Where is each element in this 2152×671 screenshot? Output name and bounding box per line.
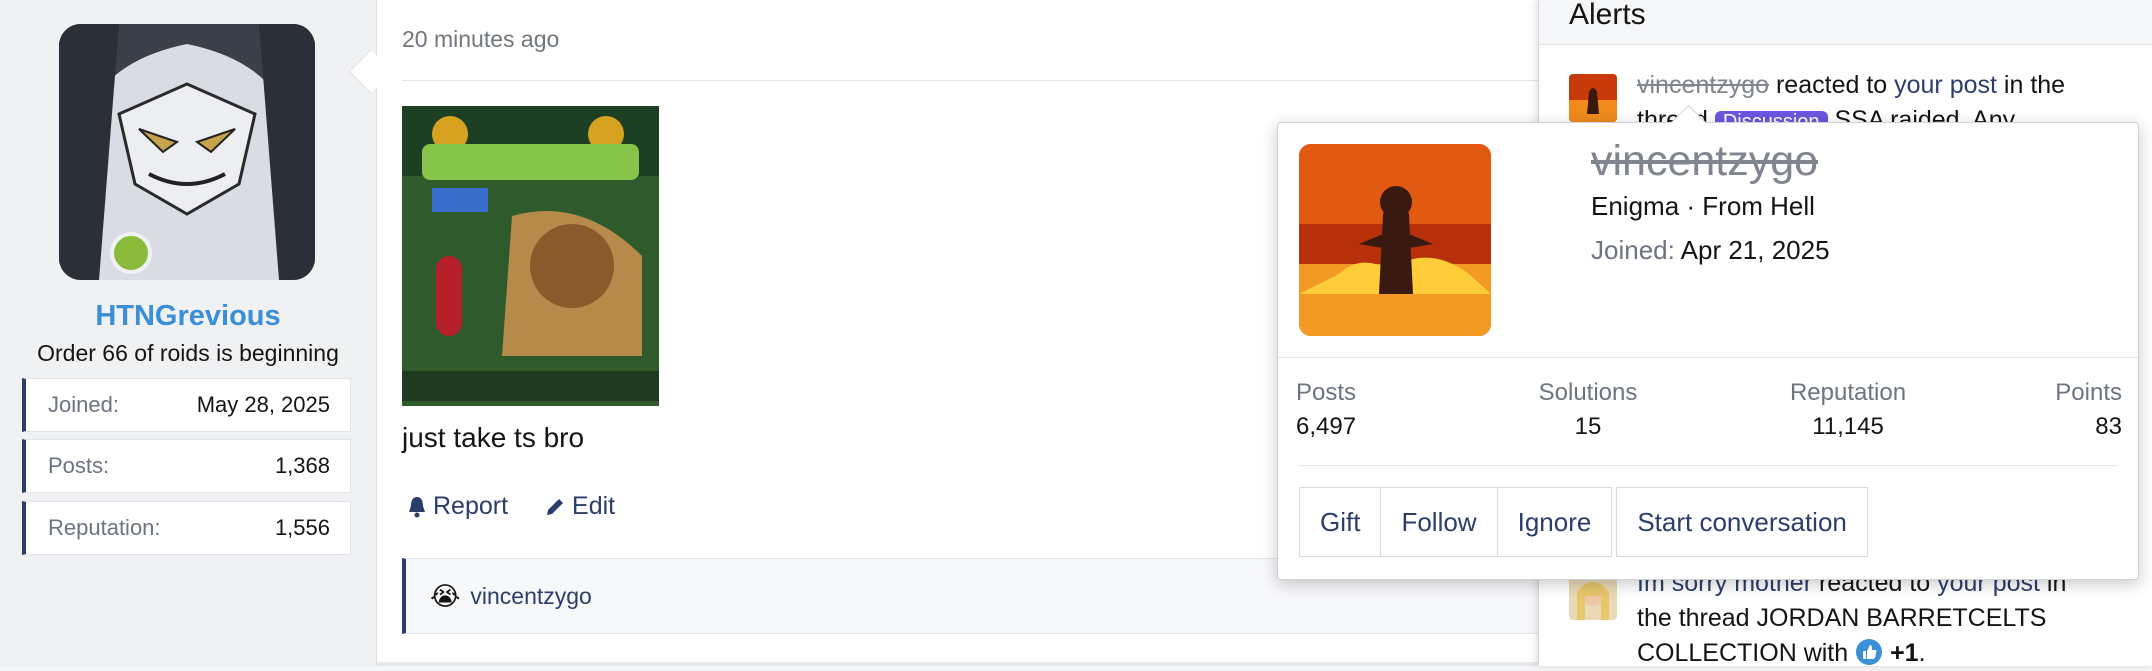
post-body-text: just take ts bro (402, 422, 585, 453)
member-location: · From Hell (1686, 191, 1815, 221)
stat-value: 83 (2095, 413, 2122, 440)
alert-line3: COLLECTION with (1637, 639, 1849, 667)
member-name-link[interactable]: vincentzygo (1591, 137, 1818, 186)
ignore-button[interactable]: Ignore (1496, 487, 1613, 557)
divider (1299, 465, 2117, 466)
edit-button[interactable]: Edit (544, 492, 615, 521)
bell-icon (409, 496, 425, 517)
stat-label: Reputation: (48, 515, 161, 540)
follow-button[interactable]: Follow (1380, 487, 1498, 557)
user-sidebar: HTNGrevious Order 66 of roids is beginni… (0, 0, 377, 666)
alert-avatar[interactable] (1569, 74, 1617, 122)
report-label: Report (433, 492, 509, 520)
member-title: Enigma (1591, 191, 1680, 221)
alert-suffix: in the (2003, 71, 2066, 99)
username-link[interactable]: HTNGrevious (0, 300, 376, 333)
stat-value: 1,556 (274, 515, 330, 540)
stat-value: May 28, 2025 (196, 392, 330, 417)
alerts-title: Alerts (1569, 0, 1646, 31)
stat-joined: Joined: May 28, 2025 (22, 378, 351, 432)
alert-target-link[interactable]: your post (1894, 71, 1997, 99)
stat-label: Posts (1296, 379, 1357, 406)
supplement-box-image (402, 106, 659, 406)
post-attachment-image[interactable] (402, 106, 659, 406)
online-status-indicator (110, 232, 152, 274)
crying-emoji-icon: 😭 (430, 580, 461, 611)
stat-value: 11,145 (1812, 413, 1884, 440)
stat-posts: Posts: 1,368 (22, 439, 351, 493)
member-tooltip-card: vincentzygo Enigma · From Hell Joined: A… (1277, 104, 2139, 580)
stat-label: Solutions (1538, 379, 1638, 406)
edit-label: Edit (572, 492, 616, 520)
user-avatar-wrap[interactable] (59, 24, 315, 280)
alert-text: Im sorry mother reacted to your post in … (1637, 566, 2137, 671)
joined-value: Apr 21, 2025 (1680, 235, 1830, 265)
alert-action: reacted to (1775, 71, 1888, 99)
thumbs-up-icon (1856, 639, 1883, 665)
grievous-avatar-image (59, 24, 315, 280)
stat-label: Joined: (48, 392, 119, 417)
member-stat-posts[interactable]: Posts 6,497 (1296, 379, 1356, 441)
joined-label: Joined: (1591, 235, 1675, 265)
stat-value[interactable]: 1,368 (275, 453, 330, 479)
member-stat-reputation: Reputation 11,145 (1768, 379, 1928, 441)
alert-line2[interactable]: the thread JORDAN BARRETCELTS (1637, 604, 2046, 632)
member-title-line: Enigma · From Hell (1591, 191, 1815, 222)
member-stat-points: Points 83 (2038, 379, 2122, 441)
user-title: Order 66 of roids is beginning (37, 340, 339, 366)
stat-label: Reputation (1789, 379, 1907, 406)
alert-end: . (1918, 639, 1926, 667)
divider (1278, 357, 2138, 358)
alert-user-link[interactable]: vincentzygo (1637, 71, 1769, 99)
member-joined: Joined: Apr 21, 2025 (1591, 235, 1830, 266)
start-conversation-button[interactable]: Start conversation (1616, 487, 1868, 557)
reaction-user-link[interactable]: vincentzygo (470, 583, 591, 610)
stat-reputation: Reputation: 1,556 (22, 501, 351, 555)
stat-value: 6,497 (1296, 413, 1357, 440)
avatar[interactable] (59, 24, 315, 280)
member-avatar[interactable] (1299, 144, 1491, 336)
member-card-actions: Gift Follow Ignore Start conversation (1299, 487, 1868, 557)
stat-label: Points (2055, 379, 2122, 406)
fire-avatar-image (1569, 74, 1617, 122)
gift-button[interactable]: Gift (1299, 487, 1382, 557)
member-stat-solutions: Solutions 15 (1518, 379, 1658, 441)
pencil-icon (547, 498, 564, 515)
report-button[interactable]: Report (407, 492, 508, 521)
post-timestamp[interactable]: 20 minutes ago (402, 26, 559, 53)
post-actions: Report Edit (407, 492, 615, 521)
fire-avatar-image (1299, 144, 1491, 336)
stat-label: Posts: (48, 453, 110, 478)
reaction-label: +1 (1890, 639, 1919, 667)
alerts-header: Alerts (1539, 0, 2152, 45)
stat-value: 15 (1574, 413, 1602, 440)
